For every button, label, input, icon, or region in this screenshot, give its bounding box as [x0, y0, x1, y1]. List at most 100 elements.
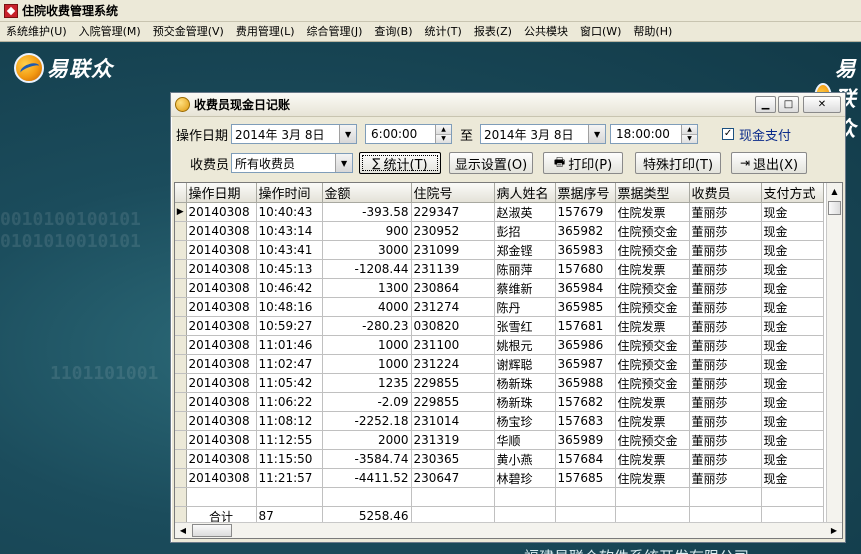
- table-cell[interactable]: 现金: [761, 354, 824, 374]
- table-cell[interactable]: 华顺: [494, 430, 556, 450]
- table-cell[interactable]: 229855: [411, 392, 495, 412]
- column-header[interactable]: 收费员: [689, 183, 762, 203]
- table-cell[interactable]: 住院发票: [615, 392, 690, 412]
- table-cell[interactable]: 现金: [761, 468, 824, 488]
- table-cell[interactable]: 黄小燕: [494, 449, 556, 469]
- table-cell[interactable]: 20140308: [186, 221, 257, 241]
- table-cell[interactable]: 董丽莎: [689, 316, 762, 336]
- table-cell[interactable]: 住院预交金: [615, 297, 690, 317]
- table-cell[interactable]: 20140308: [186, 392, 257, 412]
- table-cell[interactable]: 20140308: [186, 259, 257, 279]
- table-cell[interactable]: 董丽莎: [689, 335, 762, 355]
- table-cell[interactable]: 11:12:55: [256, 430, 323, 450]
- close-button[interactable]: ✕: [803, 96, 841, 113]
- cash-payment-label[interactable]: 现金支付: [739, 125, 791, 144]
- table-cell[interactable]: 229855: [411, 373, 495, 393]
- table-cell[interactable]: 20140308: [186, 297, 257, 317]
- menu-item[interactable]: 系统维护(U): [0, 22, 73, 42]
- table-cell[interactable]: 现金: [761, 278, 824, 298]
- minimize-button[interactable]: ▁: [755, 96, 776, 113]
- row-indicator[interactable]: [175, 468, 187, 488]
- dialog-titlebar[interactable]: 收费员现金日记账 ▁ □ ✕: [171, 93, 845, 117]
- table-cell[interactable]: 住院发票: [615, 411, 690, 431]
- table-cell[interactable]: 365983: [555, 240, 616, 260]
- table-cell[interactable]: 365982: [555, 221, 616, 241]
- column-header[interactable]: 操作日期: [186, 183, 257, 203]
- scroll-thumb[interactable]: [192, 524, 232, 537]
- table-cell[interactable]: 20140308: [186, 430, 257, 450]
- table-cell[interactable]: 231274: [411, 297, 495, 317]
- table-cell[interactable]: 现金: [761, 259, 824, 279]
- menu-item[interactable]: 预交金管理(V): [147, 22, 230, 42]
- table-cell[interactable]: 10:59:27: [256, 316, 323, 336]
- table-cell[interactable]: 20140308: [186, 202, 257, 222]
- table-cell[interactable]: 陈丽萍: [494, 259, 556, 279]
- spin-buttons[interactable]: ▲ ▼: [435, 125, 452, 143]
- table-cell[interactable]: 住院预交金: [615, 335, 690, 355]
- table-cell[interactable]: 231100: [411, 335, 495, 355]
- menu-item[interactable]: 查询(B): [368, 22, 418, 42]
- table-cell[interactable]: 20140308: [186, 316, 257, 336]
- menu-item[interactable]: 统计(T): [419, 22, 468, 42]
- table-cell[interactable]: 157683: [555, 411, 616, 431]
- table-cell[interactable]: 杨新珠: [494, 392, 556, 412]
- table-cell[interactable]: 现金: [761, 221, 824, 241]
- table-cell[interactable]: 900: [322, 221, 412, 241]
- table-cell[interactable]: 230365: [411, 449, 495, 469]
- table-cell[interactable]: 赵淑英: [494, 202, 556, 222]
- table-cell[interactable]: 蔡维新: [494, 278, 556, 298]
- table-cell[interactable]: 231099: [411, 240, 495, 260]
- table-cell[interactable]: 董丽莎: [689, 259, 762, 279]
- table-cell[interactable]: 住院发票: [615, 468, 690, 488]
- table-cell[interactable]: 20140308: [186, 373, 257, 393]
- row-indicator[interactable]: [175, 411, 187, 431]
- table-cell[interactable]: 20140308: [186, 240, 257, 260]
- table-cell[interactable]: 林碧珍: [494, 468, 556, 488]
- menu-item[interactable]: 窗口(W): [574, 22, 627, 42]
- table-cell[interactable]: 11:08:12: [256, 411, 323, 431]
- table-cell[interactable]: 20140308: [186, 468, 257, 488]
- table-row[interactable]: 20140308 10:43:41 3000 231099 郑金铿 365983 住院预交金…: [175, 240, 824, 260]
- table-cell[interactable]: 10:43:41: [256, 240, 323, 260]
- horizontal-scrollbar[interactable]: ◀ ▶: [175, 522, 842, 538]
- table-cell[interactable]: -2252.18: [322, 411, 412, 431]
- table-cell[interactable]: 住院预交金: [615, 430, 690, 450]
- table-cell[interactable]: 董丽莎: [689, 392, 762, 412]
- table-cell[interactable]: 住院预交金: [615, 354, 690, 374]
- print-button[interactable]: 🖶 打印(P): [543, 152, 624, 174]
- table-cell[interactable]: 现金: [761, 373, 824, 393]
- column-header[interactable]: 支付方式: [761, 183, 824, 203]
- table-row[interactable]: 20140308 10:59:27 -280.23 030820 张雪红 157681 住院…: [175, 316, 824, 336]
- table-cell[interactable]: 11:21:57: [256, 468, 323, 488]
- stats-button[interactable]: ∑ 统计(T): [359, 152, 442, 174]
- table-cell[interactable]: 张雪红: [494, 316, 556, 336]
- table-cell[interactable]: 住院发票: [615, 449, 690, 469]
- spin-down-icon[interactable]: ▼: [436, 133, 452, 143]
- table-cell[interactable]: 现金: [761, 392, 824, 412]
- scroll-thumb[interactable]: [828, 201, 841, 215]
- table-row[interactable]: 20140308 11:01:46 1000 231100 姚根元 365986 住院预交金…: [175, 335, 824, 355]
- table-cell[interactable]: 住院预交金: [615, 240, 690, 260]
- table-cell[interactable]: 11:15:50: [256, 449, 323, 469]
- table-cell[interactable]: 230647: [411, 468, 495, 488]
- table-cell[interactable]: -2.09: [322, 392, 412, 412]
- table-cell[interactable]: 陈丹: [494, 297, 556, 317]
- table-cell[interactable]: 董丽莎: [689, 278, 762, 298]
- table-cell[interactable]: 20140308: [186, 411, 257, 431]
- table-cell[interactable]: 现金: [761, 297, 824, 317]
- menu-item[interactable]: 帮助(H): [627, 22, 678, 42]
- menu-item[interactable]: 公共模块: [518, 22, 574, 42]
- table-cell[interactable]: 现金: [761, 335, 824, 355]
- table-cell[interactable]: 157680: [555, 259, 616, 279]
- table-cell[interactable]: 157685: [555, 468, 616, 488]
- spin-buttons[interactable]: ▲ ▼: [681, 125, 698, 143]
- row-indicator[interactable]: [175, 335, 187, 355]
- table-cell[interactable]: -280.23: [322, 316, 412, 336]
- table-cell[interactable]: 彭招: [494, 221, 556, 241]
- table-row[interactable]: 20140308 10:48:16 4000 231274 陈丹 365985 住院预交金董…: [175, 297, 824, 317]
- table-cell[interactable]: 10:43:14: [256, 221, 323, 241]
- table-cell[interactable]: 365985: [555, 297, 616, 317]
- table-cell[interactable]: 3000: [322, 240, 412, 260]
- row-indicator[interactable]: [175, 449, 187, 469]
- column-header[interactable]: 住院号: [411, 183, 495, 203]
